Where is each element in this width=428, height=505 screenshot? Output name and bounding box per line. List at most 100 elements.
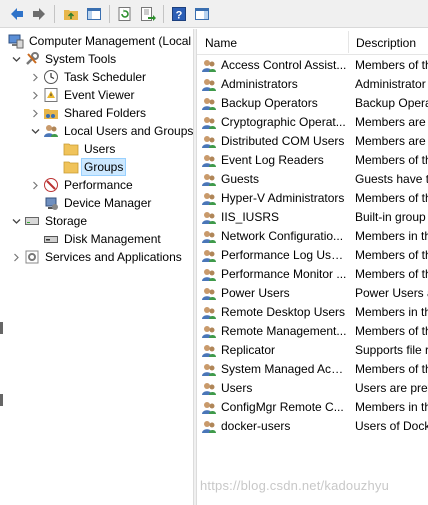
list-item[interactable]: Distributed COM Users Members are xyxy=(197,132,428,151)
chevron-right-icon[interactable] xyxy=(29,104,41,122)
refresh-icon[interactable] xyxy=(114,3,136,25)
chevron-right-icon[interactable] xyxy=(10,248,22,266)
chevron-down-icon[interactable] xyxy=(10,50,22,68)
chevron-right-icon[interactable] xyxy=(29,68,41,86)
chevron-down-icon[interactable] xyxy=(29,122,41,140)
list-item[interactable]: Hyper-V Administrators Members of th xyxy=(197,189,428,208)
tree-item-services-apps[interactable]: Services and Applications xyxy=(10,248,184,266)
tree-item-groups[interactable]: Groups xyxy=(61,158,127,176)
group-icon xyxy=(201,305,217,321)
group-description: Guests have th xyxy=(355,172,428,186)
list-item[interactable]: Network Configuratio... Members in th xyxy=(197,227,428,246)
forward-arrow-icon[interactable] xyxy=(28,3,50,25)
computer-management-icon xyxy=(8,33,24,49)
group-icon xyxy=(201,362,217,378)
list-item[interactable]: Access Control Assist... Members of th xyxy=(197,56,428,75)
toolbar: ? xyxy=(0,0,428,28)
performance-icon xyxy=(43,177,59,193)
group-description: Members are xyxy=(355,115,426,129)
tree-item-users[interactable]: Users xyxy=(61,140,117,158)
group-description: Members of th xyxy=(355,191,428,205)
group-name: Access Control Assist... xyxy=(221,58,347,72)
list-item[interactable]: Guests Guests have th xyxy=(197,170,428,189)
tree-item-computer-management[interactable]: Computer Management (Local xyxy=(0,32,193,50)
group-description: Members in th xyxy=(355,229,428,243)
group-name: Guests xyxy=(221,172,260,186)
group-icon xyxy=(201,210,217,226)
group-name: Administrators xyxy=(221,77,298,91)
list-item[interactable]: Cryptographic Operat... Members are xyxy=(197,113,428,132)
list-item[interactable]: ConfigMgr Remote C... Members in th xyxy=(197,398,428,417)
group-icon xyxy=(201,191,217,207)
tree-item-device-manager[interactable]: Device Manager xyxy=(41,194,153,212)
group-icon xyxy=(201,381,217,397)
tree-label: Device Manager xyxy=(64,196,152,210)
list-item[interactable]: Users Users are prev xyxy=(197,379,428,398)
chevron-down-icon[interactable] xyxy=(10,212,22,230)
console-tree: Computer Management (Local System Tools … xyxy=(0,29,193,505)
back-arrow-icon[interactable] xyxy=(6,3,28,25)
list-item[interactable]: Remote Management... Members of th xyxy=(197,322,428,341)
group-icon xyxy=(201,172,217,188)
group-icon xyxy=(201,115,217,131)
folder-icon xyxy=(63,141,79,157)
column-header-name[interactable]: Name xyxy=(197,29,347,55)
group-description: Members of th xyxy=(355,58,428,72)
group-name: Performance Log Users xyxy=(221,248,347,262)
list-item[interactable]: IIS_IUSRS Built-in group xyxy=(197,208,428,227)
group-description: Members of th xyxy=(355,248,428,262)
group-icon xyxy=(201,134,217,150)
tree-label: Performance xyxy=(64,178,133,192)
tree-label: Local Users and Groups xyxy=(64,124,193,138)
tree-item-disk-management[interactable]: Disk Management xyxy=(41,230,163,248)
chevron-right-icon[interactable] xyxy=(29,86,41,104)
show-hide-action-pane-icon[interactable] xyxy=(191,3,213,25)
tree-item-performance[interactable]: Performance xyxy=(29,176,135,194)
group-description: Members of th xyxy=(355,362,428,376)
column-header-description[interactable]: Description xyxy=(348,29,428,55)
group-icon xyxy=(201,153,217,169)
tree-item-local-users-groups[interactable]: Local Users and Groups xyxy=(29,122,193,140)
list-item[interactable]: Performance Monitor ... Members of th xyxy=(197,265,428,284)
list-item[interactable]: Replicator Supports file r xyxy=(197,341,428,360)
group-name: Remote Desktop Users xyxy=(221,305,346,319)
group-name: Power Users xyxy=(221,286,290,300)
group-name: Performance Monitor ... xyxy=(221,267,347,281)
list-item[interactable]: Event Log Readers Members of th xyxy=(197,151,428,170)
chevron-right-icon[interactable] xyxy=(29,176,41,194)
list-item[interactable]: Power Users Power Users a xyxy=(197,284,428,303)
folder-icon xyxy=(63,159,79,175)
edge-fragment xyxy=(0,394,3,406)
group-description: Supports file r xyxy=(355,343,428,357)
list-item[interactable]: Backup Operators Backup Opera xyxy=(197,94,428,113)
help-icon[interactable]: ? xyxy=(168,3,190,25)
tree-label: Users xyxy=(84,142,116,156)
group-icon xyxy=(201,324,217,340)
list-item[interactable]: Administrators Administrator xyxy=(197,75,428,94)
group-icon xyxy=(201,419,217,435)
export-list-icon[interactable] xyxy=(137,3,159,25)
tree-label: Storage xyxy=(45,214,88,228)
list-item[interactable]: Performance Log Users Members of th xyxy=(197,246,428,265)
up-folder-icon[interactable] xyxy=(60,3,82,25)
edge-fragment xyxy=(0,322,3,334)
group-description: Built-in group xyxy=(355,210,426,224)
tree-label: Event Viewer xyxy=(64,88,135,102)
system-tools-icon xyxy=(24,51,40,67)
group-name: Distributed COM Users xyxy=(221,134,345,148)
list-item[interactable]: System Managed Acc... Members of th xyxy=(197,360,428,379)
group-icon xyxy=(201,400,217,416)
storage-icon xyxy=(24,213,40,229)
tree-item-task-scheduler[interactable]: Task Scheduler xyxy=(29,68,148,86)
tree-item-system-tools[interactable]: System Tools xyxy=(10,50,118,68)
group-name: Remote Management... xyxy=(221,324,347,338)
tree-label: Services and Applications xyxy=(45,250,182,264)
tree-item-storage[interactable]: Storage xyxy=(10,212,89,230)
tree-item-shared-folders[interactable]: Shared Folders xyxy=(29,104,148,122)
tree-item-event-viewer[interactable]: Event Viewer xyxy=(29,86,136,104)
show-hide-console-tree-icon[interactable] xyxy=(83,3,105,25)
list-item[interactable]: docker-users Users of Dock xyxy=(197,417,428,436)
group-description: Users of Dock xyxy=(355,419,428,433)
list-item[interactable]: Remote Desktop Users Members in th xyxy=(197,303,428,322)
group-name: docker-users xyxy=(221,419,291,433)
